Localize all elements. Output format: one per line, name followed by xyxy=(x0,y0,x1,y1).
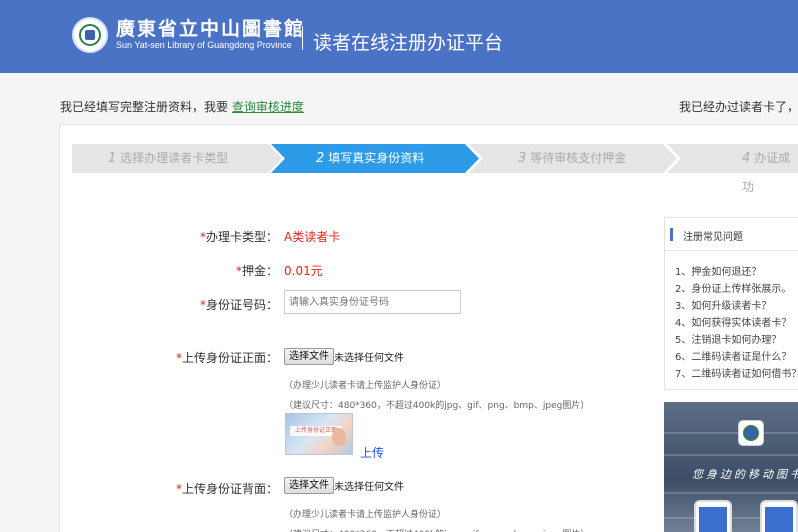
id-front-thumbnail[interactable]: 上传身份证正面 xyxy=(285,413,353,455)
id-front-guardian-hint: （办理少儿读者卡请上传监护人身份证） xyxy=(284,381,447,391)
notice-left-text: 我已经填写完整注册资料，我要 xyxy=(60,100,229,114)
id-front-upload-link[interactable]: 上传 xyxy=(360,444,384,461)
id-front-choose-file-button[interactable]: 选择文件 xyxy=(284,348,334,365)
id-front-size-hint: （建议尺寸：480*360，不超过400k的jpg、gif、png、bmp、jp… xyxy=(284,401,590,411)
id-back-choose-file-button[interactable]: 选择文件 xyxy=(284,477,334,494)
id-number-label: *身份证号码： xyxy=(199,298,278,312)
id-back-guardian-hint: （办理少儿读者卡请上传监护人身份证） xyxy=(284,510,447,520)
phone-icon xyxy=(760,500,798,532)
phone-icon xyxy=(694,500,732,532)
platform-title: 读者在线注册办证平台 xyxy=(313,32,504,54)
faq-box: 注册常见问题 1、押金如何退还？ 2、身份证上传样张展示。 3、如何升级读者卡？… xyxy=(664,217,798,390)
library-app-icon xyxy=(738,420,764,446)
header-divider xyxy=(302,26,303,50)
faq-header: 注册常见问题 xyxy=(665,218,798,251)
id-back-size-hint: （建议尺寸：480*360，不超过400k的jpg、gif、png、bmp、jp… xyxy=(284,527,589,532)
faq-item[interactable]: 6、二维码读者证是什么？ xyxy=(675,348,791,363)
id-number-input[interactable] xyxy=(284,290,461,314)
faq-item[interactable]: 1、押金如何退还？ xyxy=(675,263,761,278)
step-4: 4 办证成功 xyxy=(742,151,791,194)
deposit-value: 0.01元 xyxy=(284,264,323,278)
library-name-cn[interactable]: 廣東省立中山圖書館 xyxy=(116,14,305,41)
progress-steps: 1 选择办理读者卡类型 2 填写真实身份资料 3 等待审核支付押金 4 办证成功 xyxy=(72,144,798,194)
step-3: 3 等待审核支付押金 xyxy=(518,151,627,166)
card-type-label: *办理卡类型： xyxy=(199,230,278,244)
id-front-file-status: 未选择任何文件 xyxy=(334,353,404,364)
faq-item[interactable]: 7、二维码读者证如何借书？ xyxy=(675,365,798,380)
id-back-label: *上传身份证背面： xyxy=(175,482,278,496)
faq-title: 注册常见问题 xyxy=(683,232,743,243)
promo-slogan: 您身边的移动图书 xyxy=(692,468,798,481)
mobile-library-banner[interactable]: 您身边的移动图书 xyxy=(664,402,798,532)
notice-left: 我已经填写完整注册资料，我要 查询审核进度 xyxy=(60,98,304,115)
id-back-file-status: 未选择任何文件 xyxy=(334,482,404,493)
faq-item[interactable]: 3、如何升级读者卡？ xyxy=(675,297,771,312)
id-front-label: *上传身份证正面： xyxy=(175,351,278,365)
notice-right-text: 我已经办过读者卡了，我 xyxy=(679,100,798,114)
faq-item[interactable]: 4、如何获得实体读者卡？ xyxy=(675,314,791,329)
step-1: 1 选择办理读者卡类型 xyxy=(108,151,229,166)
check-progress-link[interactable]: 查询审核进度 xyxy=(232,100,304,114)
faq-item[interactable]: 2、身份证上传样张展示。 xyxy=(675,280,791,295)
faq-item[interactable]: 5、注销退卡如何办理？ xyxy=(675,331,781,346)
page-header: 廣東省立中山圖書館 Sun Yat-sen Library of Guangdo… xyxy=(0,0,798,73)
step-2: 2 填写真实身份资料 xyxy=(316,151,425,166)
faq-accent-bar xyxy=(670,228,673,241)
card-type-value: A类读者卡 xyxy=(284,230,341,244)
library-name-en: Sun Yat-sen Library of Guangdong Provinc… xyxy=(116,40,292,50)
deposit-label: *押金： xyxy=(235,264,278,278)
library-logo-icon[interactable] xyxy=(72,17,108,53)
